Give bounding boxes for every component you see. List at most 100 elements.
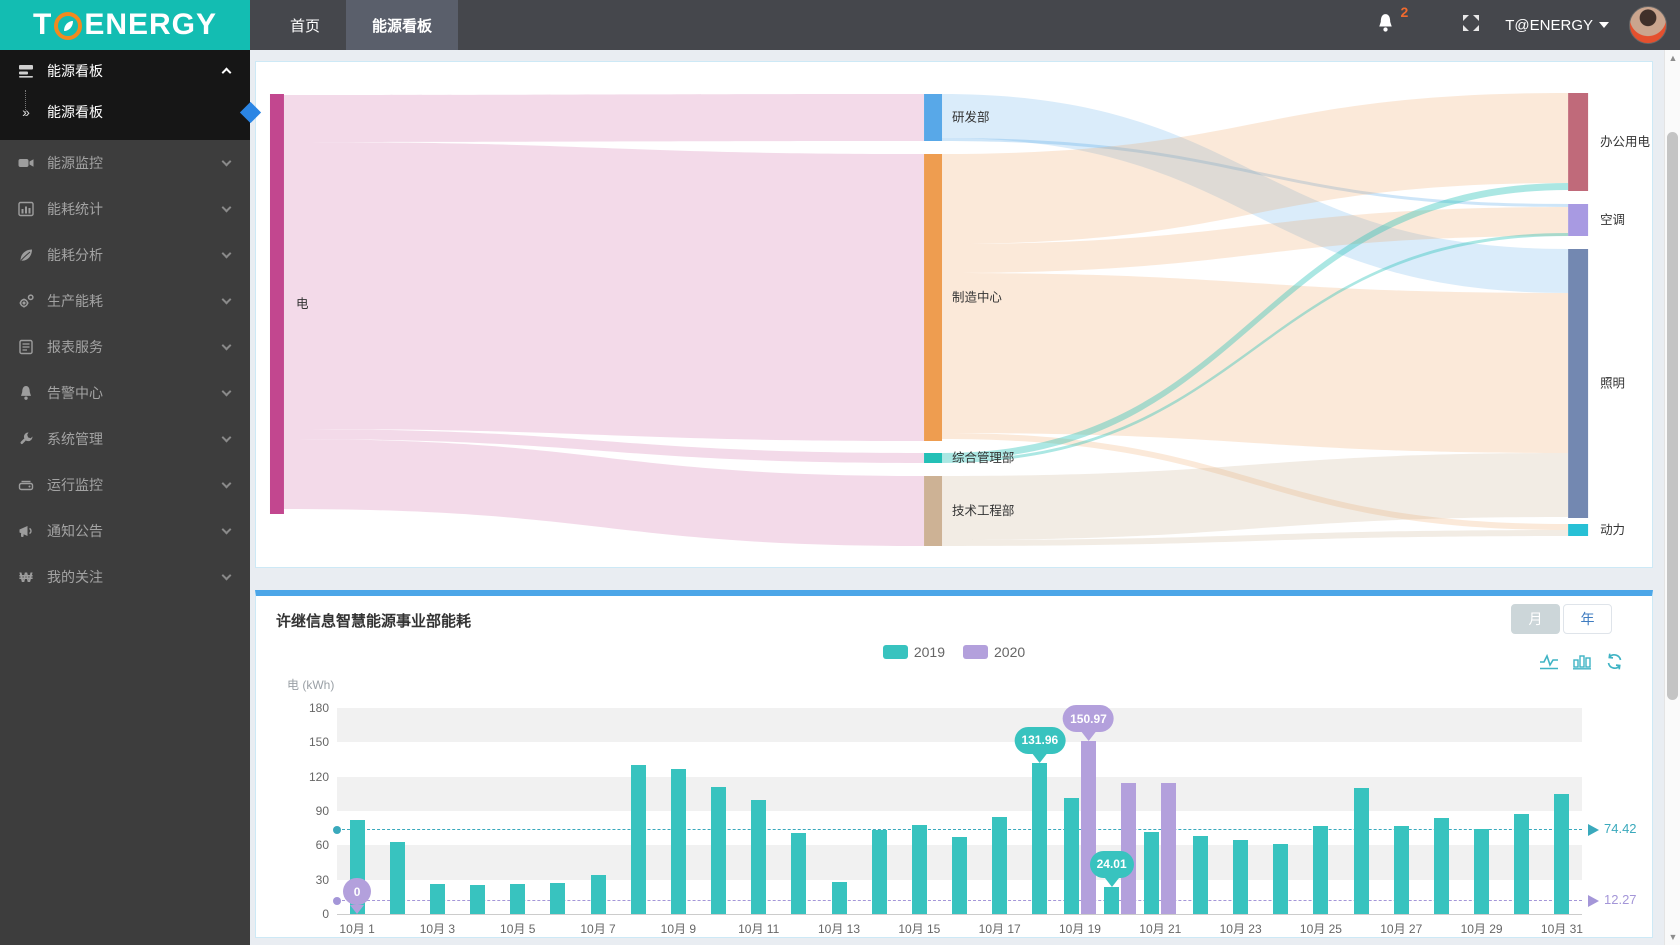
bar-2019-day31[interactable] — [1554, 793, 1570, 914]
bar-2019-day19[interactable] — [1063, 798, 1079, 914]
sidebar-item-能源监控[interactable]: 能源监控 — [0, 140, 250, 186]
bar-2019-day22[interactable] — [1192, 836, 1208, 914]
sankey-node-label: 技术工程部 — [952, 503, 1014, 518]
bar-2019-day25[interactable] — [1313, 825, 1329, 914]
toggle-年[interactable]: 年 — [1563, 604, 1612, 634]
average-line-arrow-icon — [1588, 823, 1599, 836]
scroll-up-arrow[interactable]: ▲ — [1665, 50, 1680, 66]
bar-2019-day4[interactable] — [470, 885, 486, 914]
sidebar-item-系统管理[interactable]: 系统管理 — [0, 416, 250, 462]
bar-2019-day17[interactable] — [992, 816, 1008, 914]
line-chart-icon[interactable] — [1539, 653, 1559, 675]
sankey-node-label: 办公用电 — [1600, 134, 1650, 149]
main-content: 电 研发部 制造中心 综合管理部 技术工程部 办公用电 空调 照明 动力 许继信息智慧能源事业部… — [250, 50, 1664, 945]
grid-band — [337, 776, 1582, 811]
average-line-dot — [333, 825, 341, 834]
x-axis-label: 10月 1 — [339, 922, 375, 936]
x-axis-label: 10月 15 — [898, 922, 941, 936]
bar-2019-day26[interactable] — [1353, 788, 1369, 914]
bar-2019-day11[interactable] — [751, 799, 767, 914]
bar-chart-icon[interactable] — [1573, 653, 1591, 675]
sidebar-subitem-能源看板[interactable]: » 能源看板 — [0, 92, 262, 132]
bar-2019-day27[interactable] — [1393, 825, 1409, 914]
sidebar-item-label: 能源监控 — [47, 155, 103, 171]
sankey-node-综合管理部[interactable]: 综合管理部 — [924, 450, 1014, 465]
fullscreen-icon[interactable] — [1461, 13, 1481, 38]
legend-item-2019[interactable]: 2019 — [882, 644, 945, 660]
notification-bell-icon[interactable]: 2 — [1376, 4, 1408, 38]
bar-plot-area: 0 30 60 90 120 150 180 10月 1 10月 3 10月 5 10月 7 10月 … — [309, 701, 1637, 936]
user-menu[interactable]: T@ENERGY — [1505, 17, 1593, 34]
sidebar-item-label: 生产能耗 — [47, 293, 103, 309]
nav-tab-首页[interactable]: 首页 — [264, 0, 346, 50]
toggle-月[interactable]: 月 — [1511, 604, 1560, 634]
sankey-node-办公用电[interactable]: 办公用电 — [1568, 93, 1650, 191]
x-axis-label: 10月 23 — [1219, 922, 1262, 936]
x-axis-label: 10月 17 — [978, 922, 1021, 936]
bar-2019-day2[interactable] — [389, 841, 405, 914]
sankey-node-空调[interactable]: 空调 — [1568, 204, 1625, 236]
y-axis-tick: 90 — [315, 804, 329, 818]
bar-2019-day16[interactable] — [952, 837, 967, 914]
sidebar-item-告警中心[interactable]: 告警中心 — [0, 370, 250, 416]
bar-2019-day6[interactable] — [550, 883, 566, 914]
sankey-node-label: 制造中心 — [952, 289, 1002, 304]
bar-2019-day29[interactable] — [1474, 829, 1490, 914]
bar-2019-day24[interactable] — [1273, 844, 1289, 914]
sidebar-item-能源看板[interactable]: 能源看板 — [0, 50, 250, 92]
bar-2019-day10[interactable] — [711, 786, 727, 914]
sidebar-item-能耗统计[interactable]: 能耗统计 — [0, 186, 250, 232]
x-axis-label: 10月 27 — [1380, 922, 1423, 936]
marker-pin-24.01: 24.01 — [1089, 850, 1134, 878]
camera-icon — [17, 155, 35, 171]
bar-2020-day19[interactable] — [1080, 741, 1096, 914]
legend-swatch — [963, 645, 988, 659]
refresh-icon[interactable] — [1605, 652, 1624, 676]
sankey-node-动力[interactable]: 动力 — [1568, 523, 1625, 537]
bar-2019-day7[interactable] — [590, 875, 606, 914]
sidebar-item-label: 能耗统计 — [47, 201, 103, 217]
bar-2019-day21[interactable] — [1144, 831, 1160, 914]
sidebar-item-能耗分析[interactable]: 能耗分析 — [0, 232, 250, 278]
bar-2019-day15[interactable] — [911, 824, 927, 914]
bar-2019-day20[interactable] — [1104, 886, 1120, 914]
sankey-link-电-制造中心 — [283, 142, 925, 441]
logo: T ENERGY — [0, 0, 250, 50]
x-axis-label: 10月 9 — [660, 922, 697, 936]
bar-2020-day20[interactable] — [1121, 782, 1137, 914]
sidebar-item-label: 通知公告 — [47, 523, 103, 539]
bar-2019-day12[interactable] — [791, 832, 807, 914]
bar-2019-day23[interactable] — [1233, 839, 1249, 914]
sidebar-item-通知公告[interactable]: 通知公告 — [0, 508, 250, 554]
bar-2019-day30[interactable] — [1514, 814, 1530, 914]
sankey-node-label: 照明 — [1600, 376, 1625, 390]
nav-tab-能源看板[interactable]: 能源看板 — [346, 0, 459, 50]
leaf-icon — [17, 247, 35, 263]
gears-icon — [17, 293, 35, 309]
dashboard-icon — [17, 63, 35, 79]
sidebar-item-生产能耗[interactable]: 生产能耗 — [0, 278, 250, 324]
page-scrollbar[interactable]: ▲ ▼ — [1664, 50, 1680, 945]
bar-2019-day3[interactable] — [429, 884, 445, 914]
sidebar-item-我的关注[interactable]: ₩ 我的关注 — [0, 554, 250, 600]
marker-pin-150.97: 150.97 — [1063, 705, 1114, 733]
sidebar-item-运行监控[interactable]: 运行监控 — [0, 462, 250, 508]
bar-2019-day18[interactable] — [1032, 762, 1048, 914]
bar-2019-day14[interactable] — [871, 830, 887, 914]
bar-2020-day21[interactable] — [1161, 782, 1177, 914]
legend-item-2020[interactable]: 2020 — [963, 644, 1025, 660]
bar-2019-day8[interactable] — [630, 765, 646, 914]
y-axis-tick: 120 — [308, 769, 329, 784]
bar-2019-day28[interactable] — [1433, 817, 1449, 914]
sankey-node-照明[interactable]: 照明 — [1568, 249, 1625, 518]
bar-2019-day9[interactable] — [670, 768, 686, 914]
sankey-link-电-研发部 — [283, 94, 925, 142]
avatar[interactable] — [1629, 6, 1667, 44]
bar-2019-day5[interactable] — [510, 884, 526, 914]
scrollbar-thumb[interactable] — [1667, 132, 1678, 700]
bar-2019-day13[interactable] — [831, 881, 847, 914]
double-arrow-icon: » — [22, 104, 30, 120]
sidebar-item-报表服务[interactable]: 报表服务 — [0, 324, 250, 370]
scroll-down-arrow[interactable]: ▼ — [1665, 929, 1680, 945]
chevron-down-icon — [221, 570, 232, 580]
